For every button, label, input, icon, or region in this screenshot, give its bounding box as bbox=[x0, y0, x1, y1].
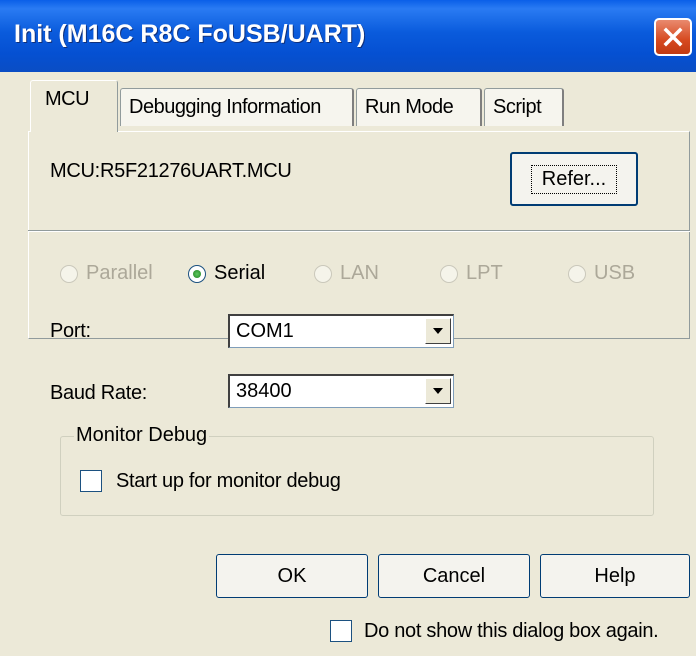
mcu-label: MCU: bbox=[50, 160, 100, 182]
radio-parallel-label: Parallel bbox=[86, 262, 153, 284]
port-dropdown-button[interactable] bbox=[425, 318, 451, 344]
refer-button[interactable]: Refer... bbox=[510, 152, 638, 206]
radio-lpt[interactable]: LPT bbox=[440, 262, 503, 285]
close-icon bbox=[663, 27, 683, 47]
radio-usb-label: USB bbox=[594, 262, 636, 284]
port-select[interactable]: COM1 bbox=[228, 314, 454, 348]
refer-button-label: Refer... bbox=[530, 164, 618, 194]
port-label: Port: bbox=[50, 320, 91, 342]
radio-usb[interactable]: USB bbox=[568, 262, 635, 285]
tab-script[interactable]: Script bbox=[484, 88, 564, 126]
tab-run-mode[interactable]: Run Mode bbox=[356, 88, 482, 126]
radio-circle bbox=[314, 264, 332, 283]
baud-rate-dropdown-button[interactable] bbox=[425, 378, 451, 404]
window-title: Init (M16C R8C FoUSB/UART) bbox=[14, 20, 366, 48]
help-button[interactable]: Help bbox=[540, 554, 690, 598]
do-not-show-label: Do not show this dialog box again. bbox=[364, 620, 659, 642]
chevron-down-icon bbox=[433, 388, 443, 394]
chevron-down-icon bbox=[433, 328, 443, 334]
baud-rate-label: Baud Rate: bbox=[50, 382, 148, 404]
title-bar[interactable]: Init (M16C R8C FoUSB/UART) bbox=[0, 0, 696, 72]
close-button[interactable] bbox=[654, 18, 692, 56]
init-dialog: Init (M16C R8C FoUSB/UART) MCU Debugging… bbox=[0, 0, 696, 656]
monitor-debug-checkbox[interactable] bbox=[80, 470, 102, 492]
radio-parallel[interactable]: Parallel bbox=[60, 262, 153, 285]
tab-debugging-information[interactable]: Debugging Information bbox=[120, 88, 354, 126]
separator bbox=[28, 230, 690, 232]
baud-rate-select[interactable]: 38400 bbox=[228, 374, 454, 408]
radio-lpt-label: LPT bbox=[466, 262, 503, 284]
tab-mcu[interactable]: MCU bbox=[30, 80, 118, 132]
monitor-debug-title: Monitor Debug bbox=[74, 424, 210, 447]
radio-circle bbox=[60, 264, 78, 283]
baud-rate-value: 38400 bbox=[236, 380, 292, 402]
radio-lan[interactable]: LAN bbox=[314, 262, 379, 285]
ok-button[interactable]: OK bbox=[216, 554, 368, 598]
do-not-show-checkbox[interactable] bbox=[330, 620, 352, 642]
radio-serial-label: Serial bbox=[214, 262, 266, 284]
radio-circle bbox=[568, 264, 586, 283]
radio-circle bbox=[188, 264, 206, 283]
monitor-debug-checkbox-label: Start up for monitor debug bbox=[116, 470, 341, 492]
radio-circle bbox=[440, 264, 458, 283]
radio-serial[interactable]: Serial bbox=[188, 262, 265, 285]
cancel-button[interactable]: Cancel bbox=[378, 554, 530, 598]
radio-lan-label: LAN bbox=[340, 262, 379, 284]
mcu-value: R5F21276UART.MCU bbox=[100, 160, 292, 182]
port-value: COM1 bbox=[236, 320, 294, 342]
